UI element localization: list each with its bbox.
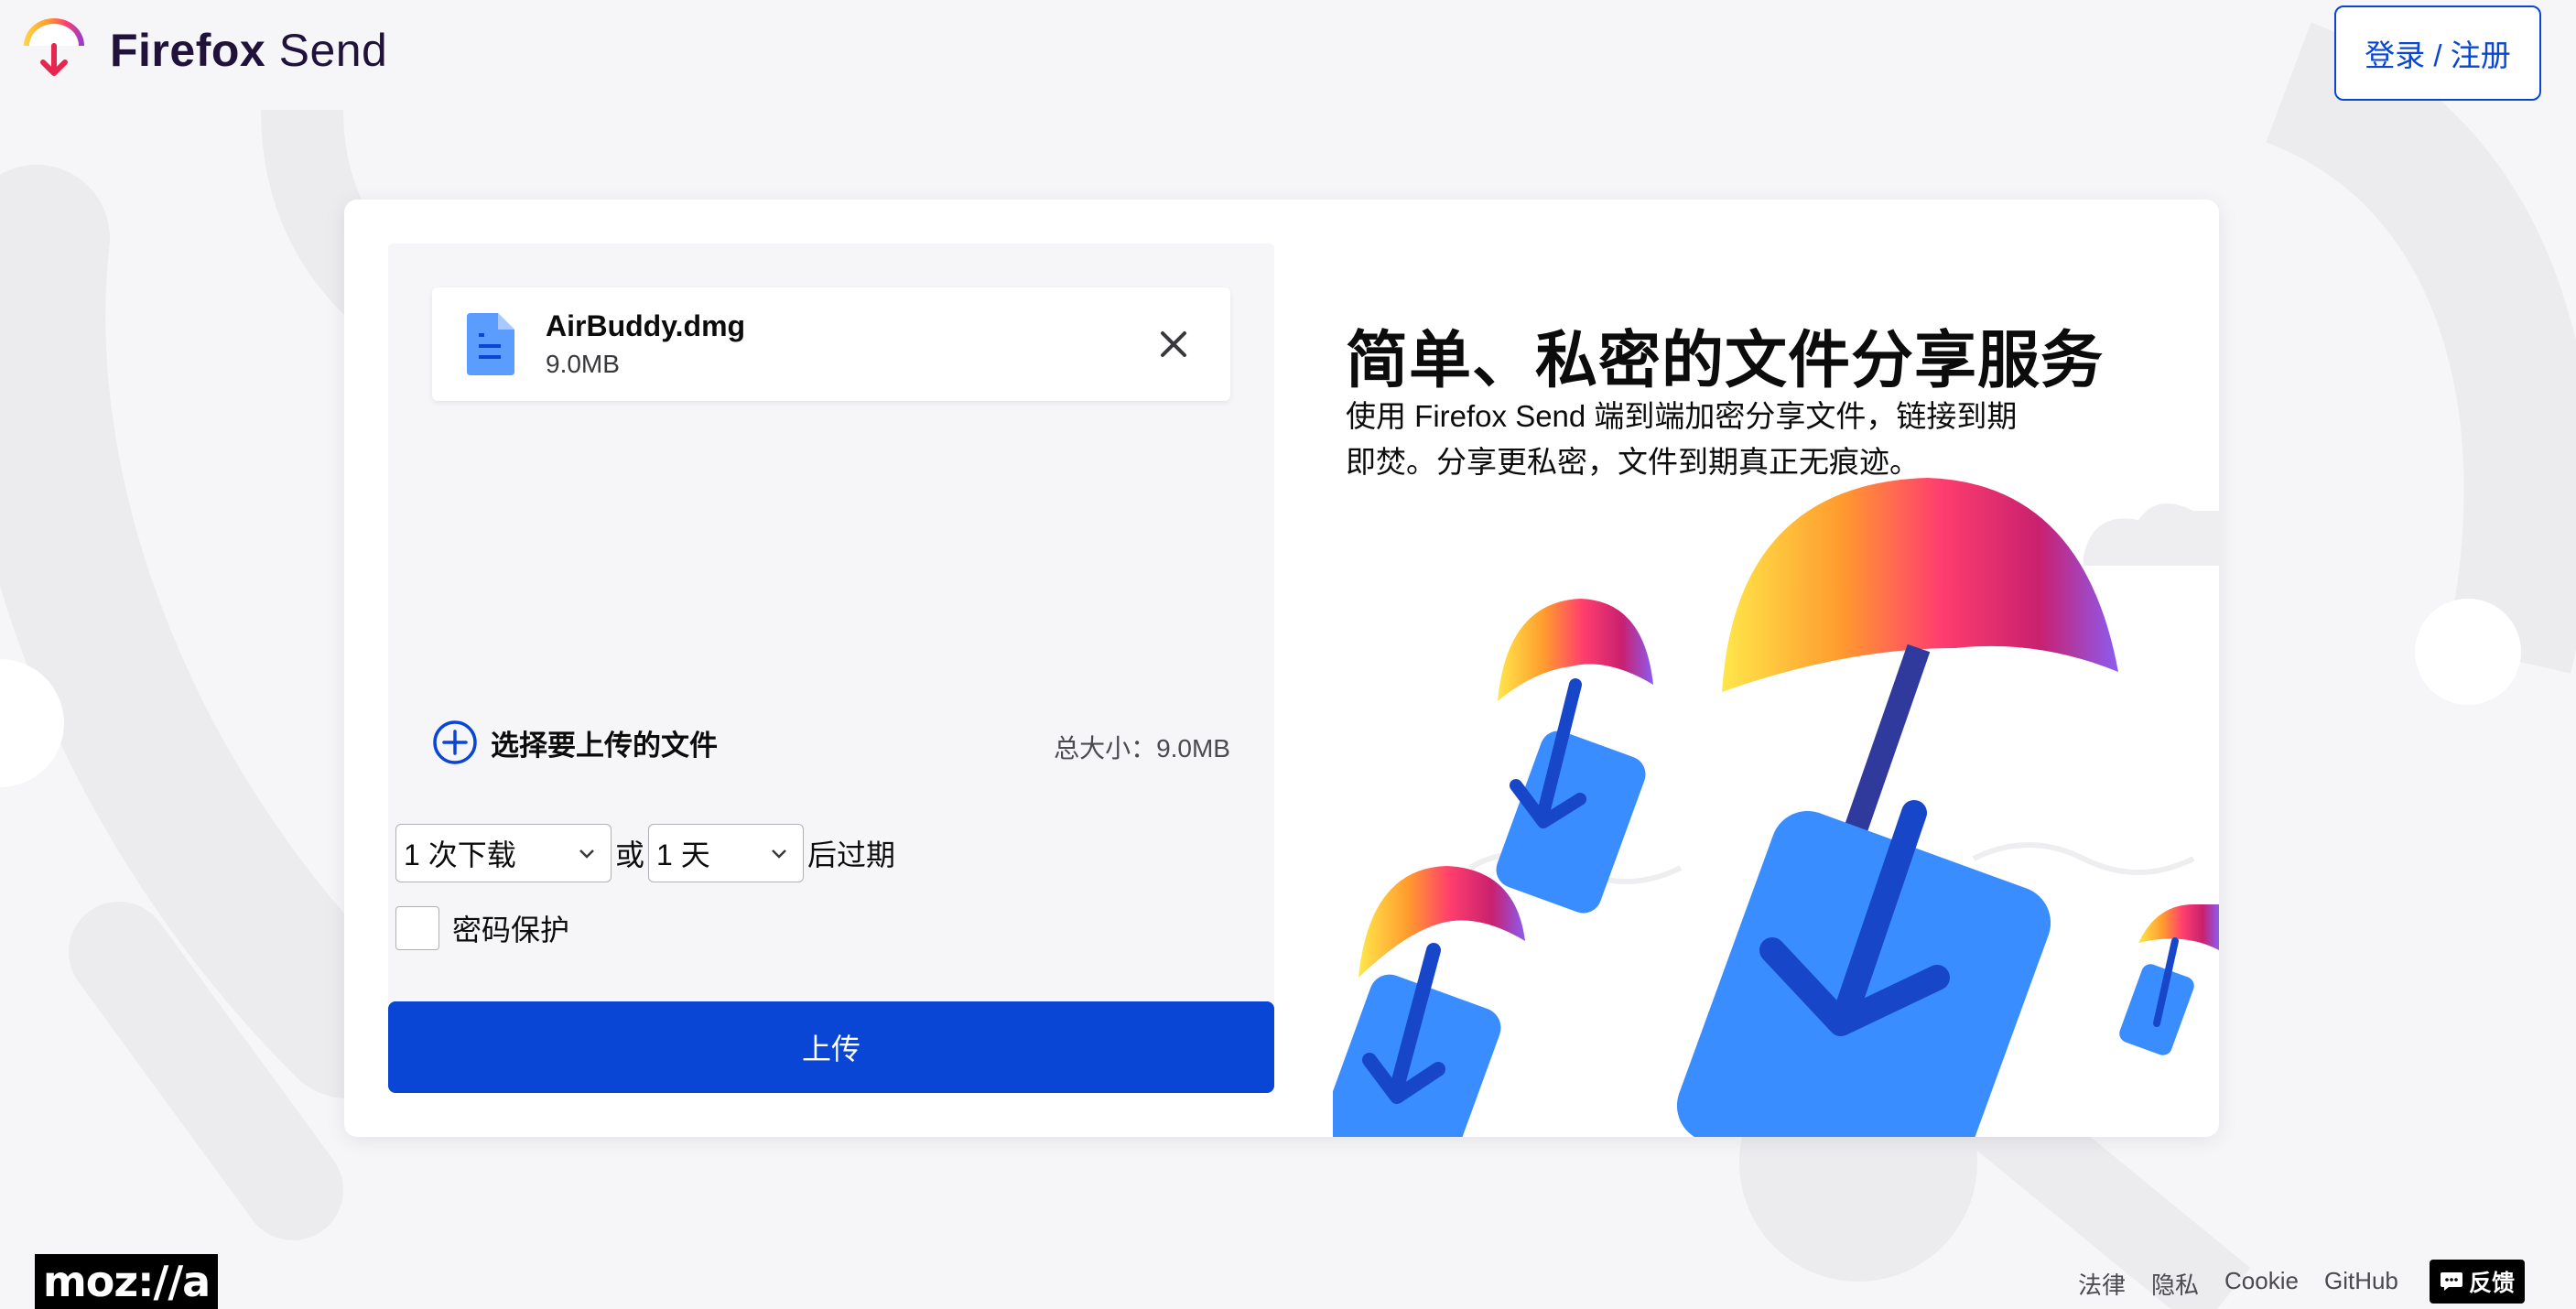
chevron-down-icon xyxy=(772,849,786,859)
chat-bubble-icon xyxy=(2440,1272,2462,1291)
expire-time-select[interactable]: 1 天 xyxy=(648,824,805,882)
firefox-send-logo[interactable]: Firefox Send xyxy=(18,15,387,86)
mozilla-logo[interactable]: moz://a xyxy=(35,1254,218,1309)
document-icon xyxy=(467,313,514,375)
footer-link-cookie[interactable]: Cookie xyxy=(2224,1267,2299,1301)
close-icon[interactable] xyxy=(1155,326,1192,362)
footer-links: 法律 隐私 Cookie GitHub xyxy=(2078,1267,2398,1301)
download-count-select[interactable]: 1 次下载 xyxy=(395,824,612,882)
intro-title: 简单、私密的文件分享服务 xyxy=(1346,326,2105,395)
expire-text: 后过期 xyxy=(807,838,896,871)
feedback-button[interactable]: 反馈 xyxy=(2430,1260,2525,1304)
footer-link-privacy[interactable]: 隐私 xyxy=(2151,1267,2199,1301)
password-checkbox[interactable] xyxy=(395,906,439,950)
file-name: AirBuddy.dmg xyxy=(546,309,746,342)
signin-button[interactable]: 登录 / 注册 xyxy=(2334,5,2541,101)
intro-description: 使用 Firefox Send 端到端加密分享文件，链接到期即焚。分享更私密，文… xyxy=(1346,399,2018,479)
upload-card: AirBuddy.dmg 9.0MB 选择要上传的文件 总大小：9.0MB 1 … xyxy=(344,200,2219,1137)
or-text: 或 xyxy=(615,838,645,871)
footer-link-github[interactable]: GitHub xyxy=(2324,1267,2398,1301)
footer-link-legal[interactable]: 法律 xyxy=(2078,1267,2126,1301)
password-label[interactable]: 密码保护 xyxy=(452,907,569,949)
file-size: 9.0MB xyxy=(546,350,620,378)
brand-name: Firefox Send xyxy=(110,25,388,76)
chevron-down-icon xyxy=(579,849,594,859)
file-list-item: AirBuddy.dmg 9.0MB xyxy=(432,287,1230,401)
password-option: 密码保护 xyxy=(395,906,569,950)
send-logo-icon xyxy=(24,18,84,76)
total-size: 总大小：9.0MB xyxy=(1054,734,1230,763)
add-files-label: 选择要上传的文件 xyxy=(491,729,718,762)
upload-button[interactable]: 上传 xyxy=(388,1001,1274,1093)
expiry-options: 1 次下载 或 1 天 后过期 xyxy=(395,824,899,882)
add-files-button[interactable]: 选择要上传的文件 xyxy=(432,719,718,765)
plus-circle-icon xyxy=(433,720,477,764)
upload-drop-area[interactable]: AirBuddy.dmg 9.0MB 选择要上传的文件 总大小：9.0MB xyxy=(388,243,1274,1009)
parachute-files-illustration xyxy=(1333,478,2219,1137)
